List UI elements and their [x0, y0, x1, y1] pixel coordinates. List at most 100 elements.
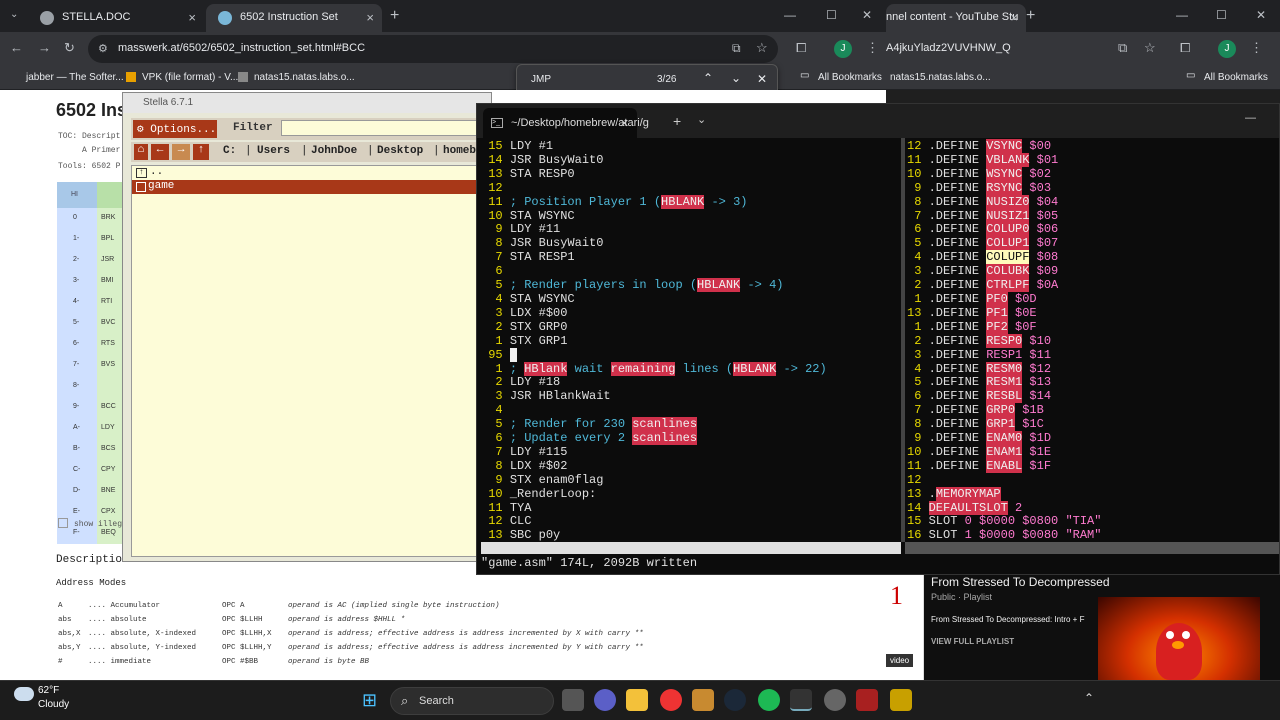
path-segment[interactable]: homeb: [443, 145, 476, 157]
home-icon[interactable]: ⌂: [134, 144, 148, 160]
close-icon[interactable]: ✕: [620, 117, 629, 130]
list-item-parent[interactable]: ↑ ..: [134, 166, 488, 180]
terminal-icon[interactable]: [790, 689, 812, 711]
search-highlight: HBLANK: [661, 194, 705, 209]
editor-left-pane[interactable]: 15 LDY #1 14 JSR BusyWait0 13 STA RESP0 …: [481, 139, 827, 543]
playlist-title[interactable]: From Stressed To Decompressed: [931, 575, 1110, 589]
keyword: .DEFINE: [928, 305, 987, 320]
new-tab-button[interactable]: +: [390, 7, 399, 25]
weather-temp[interactable]: 62°F: [38, 685, 59, 696]
stella-window: Stella 6.7.1 ⚙ Options... Filter ⌂ ← → ↑…: [122, 92, 492, 562]
row-hi: 8-: [57, 376, 97, 397]
find-input[interactable]: JMP: [531, 74, 551, 85]
show-illegal-checkbox[interactable]: [58, 518, 68, 528]
code-line: 3 .DEFINE RESP1 $11: [907, 348, 1101, 363]
calculator-icon[interactable]: [692, 689, 714, 711]
close-icon[interactable]: ×: [188, 10, 196, 25]
steam-icon[interactable]: [724, 689, 746, 711]
back-arrow-icon[interactable]: ←: [151, 144, 169, 160]
bookmark-item[interactable]: jabber — The Softer...: [26, 72, 124, 83]
menu-icon[interactable]: ⋮: [866, 40, 879, 56]
star-icon[interactable]: ☆: [1144, 40, 1156, 56]
site-info-icon[interactable]: ⚙: [98, 42, 108, 55]
app-icon[interactable]: [890, 689, 912, 711]
spotify-icon[interactable]: [758, 689, 780, 711]
close-window-icon[interactable]: ✕: [862, 8, 872, 22]
extensions-icon[interactable]: ⧠: [796, 40, 806, 56]
bookmark-item[interactable]: natas15.natas.labs.o...: [890, 72, 991, 83]
bookmark-item[interactable]: natas15.natas.labs.o...: [254, 72, 355, 83]
tab-search-icon[interactable]: ⌄: [10, 9, 18, 20]
tab-stella-doc[interactable]: STELLA.DOC ×: [28, 4, 204, 32]
extensions-icon[interactable]: ⧠: [1180, 40, 1190, 56]
up-arrow-icon[interactable]: ↑: [193, 144, 209, 160]
tray-chevron-icon[interactable]: ⌃: [1084, 691, 1094, 705]
find-next-icon[interactable]: ⌄: [731, 71, 741, 85]
view-full-playlist-link[interactable]: VIEW FULL PLAYLIST: [931, 637, 1014, 646]
playlist-item[interactable]: From Stressed To Decompressed: Intro + F: [931, 615, 1101, 624]
teams-icon[interactable]: [594, 689, 616, 711]
keyword: .DEFINE: [928, 194, 987, 209]
forward-arrow-icon[interactable]: →: [172, 144, 190, 160]
tab-6502-instruction-set[interactable]: 6502 Instruction Set ×: [206, 4, 382, 32]
weather-desc[interactable]: Cloudy: [38, 699, 69, 710]
install-icon[interactable]: ⧉: [732, 41, 741, 56]
code-line: 14 DEFAULTSLOT 2: [907, 500, 1101, 516]
windows-start-icon[interactable]: ⊞: [362, 690, 377, 711]
minimize-icon[interactable]: —: [1245, 112, 1256, 124]
task-view-icon[interactable]: [562, 689, 584, 711]
taskbar-search[interactable]: ⌕ Search: [390, 687, 554, 715]
all-bookmarks[interactable]: All Bookmarks: [818, 72, 882, 83]
close-icon[interactable]: ×: [366, 10, 374, 25]
close-window-icon[interactable]: ✕: [1256, 8, 1266, 22]
back-icon[interactable]: ←: [10, 40, 23, 55]
profile-avatar[interactable]: J: [834, 40, 852, 58]
maximize-icon[interactable]: ☐: [826, 8, 837, 22]
path-segment[interactable]: Desktop: [377, 145, 423, 157]
minimize-icon[interactable]: —: [1176, 8, 1188, 22]
row-hi: 7-: [57, 355, 97, 376]
toc-primer-link[interactable]: A Primer: [82, 146, 120, 155]
chrome-icon[interactable]: [660, 689, 682, 711]
profile-avatar[interactable]: J: [1218, 40, 1236, 58]
maximize-icon[interactable]: ☐: [1216, 8, 1227, 22]
value: $12: [1022, 361, 1052, 376]
all-bookmarks[interactable]: All Bookmarks: [1204, 72, 1268, 83]
menu-icon[interactable]: ⋮: [1250, 40, 1263, 56]
stella-icon[interactable]: [856, 689, 878, 711]
find-prev-icon[interactable]: ⌃: [703, 71, 713, 85]
table-header-hi: HI: [57, 182, 97, 208]
find-close-icon[interactable]: ✕: [757, 72, 767, 86]
path-segment[interactable]: Users: [257, 145, 290, 157]
tab-youtube-studio[interactable]: nnel content - YouTube Stu ×: [886, 4, 1026, 32]
url-text[interactable]: A4jkuYladz2VUVHNW_Q: [886, 42, 1011, 54]
new-tab-button[interactable]: +: [1026, 7, 1035, 25]
chevron-down-icon[interactable]: ⌄: [697, 113, 706, 126]
forward-icon[interactable]: →: [38, 40, 51, 55]
minimize-icon[interactable]: —: [784, 8, 796, 22]
star-icon[interactable]: ☆: [756, 40, 768, 56]
close-icon[interactable]: ×: [1010, 10, 1018, 25]
mode-opc: OPC $LLHH: [222, 616, 263, 624]
search-highlight: RESP0: [986, 333, 1023, 348]
file-explorer-icon[interactable]: [626, 689, 648, 711]
reload-icon[interactable]: ↻: [64, 40, 75, 56]
comment: ; Render players in loop (: [509, 278, 698, 293]
options-button[interactable]: ⚙ Options...: [133, 120, 217, 138]
search-highlight: scanlines: [632, 417, 698, 432]
filter-input[interactable]: [281, 120, 491, 136]
new-tab-button[interactable]: +: [673, 113, 681, 129]
code-line: 8 .DEFINE NUSIZ0 $04: [907, 194, 1101, 210]
cast-icon[interactable]: ⧉: [1118, 40, 1127, 56]
address-bar[interactable]: ⚙ masswerk.at/6502/6502_instruction_set.…: [88, 35, 778, 63]
bookmark-item[interactable]: VPK (file format) - V...: [142, 72, 238, 83]
list-item-game[interactable]: game: [132, 180, 490, 194]
editor-right-pane[interactable]: 12 .DEFINE VSYNC $00 11 .DEFINE VBLANK $0…: [907, 139, 1101, 543]
keyword: .DEFINE: [928, 278, 987, 293]
path-segment[interactable]: JohnDoe: [311, 145, 357, 157]
line-number: 15: [481, 139, 510, 153]
pane-divider[interactable]: [901, 138, 905, 542]
obs-icon[interactable]: [824, 689, 846, 711]
terminal-tab[interactable]: >_ ~/Desktop/homebrew/atari/g ✕: [483, 108, 649, 138]
path-segment[interactable]: C:: [223, 145, 236, 157]
